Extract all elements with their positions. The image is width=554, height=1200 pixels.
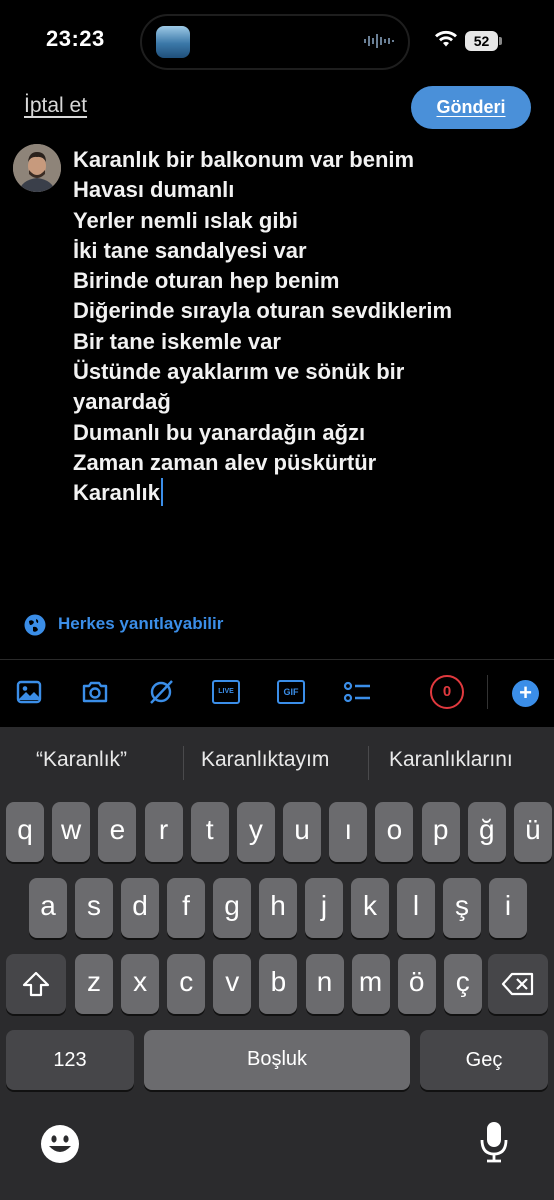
now-playing-artwork <box>156 26 190 58</box>
key-u[interactable]: u <box>283 802 322 862</box>
key-g[interactable]: g <box>213 878 251 938</box>
globe-icon[interactable] <box>24 614 46 636</box>
key-b[interactable]: b <box>259 954 298 1014</box>
numbers-key[interactable]: 123 <box>6 1030 134 1090</box>
suggestion-2[interactable]: Karanlıktayım <box>201 748 329 772</box>
avatar[interactable] <box>13 144 61 192</box>
backspace-key[interactable] <box>488 954 548 1014</box>
return-key[interactable]: Geç <box>420 1030 548 1090</box>
key-ç[interactable]: ç <box>443 954 482 1014</box>
key-w[interactable]: w <box>52 802 91 862</box>
wifi-icon <box>435 30 457 47</box>
suggestion-3[interactable]: Karanlıklarını <box>389 748 513 772</box>
reply-setting-button[interactable]: Herkes yanıtlayabilir <box>58 614 223 634</box>
avatar-photo <box>13 144 61 192</box>
text-line: İki tane sandalyesi var <box>73 237 307 263</box>
text-line: yanardağ <box>73 389 171 415</box>
key-p[interactable]: p <box>421 802 460 862</box>
shift-icon <box>22 971 50 997</box>
current-line-text: Karanlık <box>73 480 160 506</box>
suggestion-1[interactable]: “Karanlık” <box>36 748 127 772</box>
backspace-icon <box>501 972 534 996</box>
gif-icon[interactable]: GIF <box>276 677 306 707</box>
key-l[interactable]: l <box>397 878 435 938</box>
image-icon[interactable] <box>14 677 44 707</box>
shift-key[interactable] <box>6 954 66 1014</box>
camera-icon[interactable] <box>80 677 110 707</box>
character-counter: 0 <box>430 675 464 709</box>
text-line: Üstünde ayaklarım ve sönük bir <box>73 359 405 385</box>
text-line: Diğerinde sırayla oturan sevdiklerim <box>73 298 453 324</box>
live-icon[interactable]: LIVE <box>211 677 241 707</box>
key-ş[interactable]: ş <box>443 878 481 938</box>
key-o[interactable]: o <box>375 802 414 862</box>
text-line: Yerler nemli ıslak gibi <box>73 207 298 233</box>
key-f[interactable]: f <box>167 878 205 938</box>
key-z[interactable]: z <box>75 954 113 1014</box>
key-ğ[interactable]: ğ <box>467 802 506 862</box>
text-line: Birinde oturan hep benim <box>73 268 340 294</box>
battery-indicator: 52 <box>465 31 498 51</box>
key-r[interactable]: r <box>144 802 183 862</box>
key-j[interactable]: j <box>305 878 343 938</box>
text-line-current: Karanlık <box>73 478 543 508</box>
suggestion-separator <box>368 746 369 780</box>
text-line: Zaman zaman alev püskürtür <box>73 449 377 475</box>
key-n[interactable]: n <box>305 954 344 1014</box>
battery-nub <box>499 37 502 45</box>
divider <box>0 659 554 660</box>
space-key[interactable]: Boşluk <box>144 1030 410 1090</box>
key-ü[interactable]: ü <box>513 802 552 862</box>
key-k[interactable]: k <box>351 878 389 938</box>
tweet-text-area[interactable]: Karanlık bir balkonum var benim Havası d… <box>73 145 543 509</box>
dynamic-island[interactable] <box>140 14 410 70</box>
text-line: Havası dumanlı <box>73 177 235 203</box>
grok-icon[interactable] <box>146 677 176 707</box>
key-x[interactable]: x <box>121 954 160 1014</box>
cancel-button[interactable]: İptal et <box>24 94 87 118</box>
microphone-icon[interactable] <box>478 1120 510 1164</box>
key-d[interactable]: d <box>121 878 159 938</box>
key-a[interactable]: a <box>29 878 67 938</box>
suggestion-separator <box>183 746 184 780</box>
key-v[interactable]: v <box>213 954 252 1014</box>
key-e[interactable]: e <box>98 802 137 862</box>
post-button[interactable]: Gönderi <box>411 86 531 129</box>
live-icon-label: LIVE <box>212 680 240 704</box>
gif-icon-label: GIF <box>277 680 305 704</box>
text-line: Bir tane iskemle var <box>73 328 281 354</box>
key-i[interactable]: i <box>489 878 527 938</box>
text-cursor <box>160 478 163 507</box>
key-t[interactable]: t <box>190 802 229 862</box>
toolbar-separator <box>487 675 488 709</box>
text-line: Karanlık bir balkonum var benim <box>73 147 415 172</box>
key-ö[interactable]: ö <box>397 954 436 1014</box>
add-post-button[interactable]: + <box>512 680 539 707</box>
key-q[interactable]: q <box>6 802 44 862</box>
key-s[interactable]: s <box>75 878 113 938</box>
key-y[interactable]: y <box>236 802 275 862</box>
poll-icon[interactable] <box>342 677 372 707</box>
key-m[interactable]: m <box>351 954 390 1014</box>
text-line: Dumanlı bu yanardağın ağzı <box>73 419 366 445</box>
audio-wave-icon <box>364 34 394 48</box>
key-c[interactable]: c <box>167 954 206 1014</box>
key-h[interactable]: h <box>259 878 297 938</box>
emoji-icon[interactable] <box>40 1124 80 1164</box>
key-ı[interactable]: ı <box>329 802 368 862</box>
status-time: 23:23 <box>46 26 105 51</box>
